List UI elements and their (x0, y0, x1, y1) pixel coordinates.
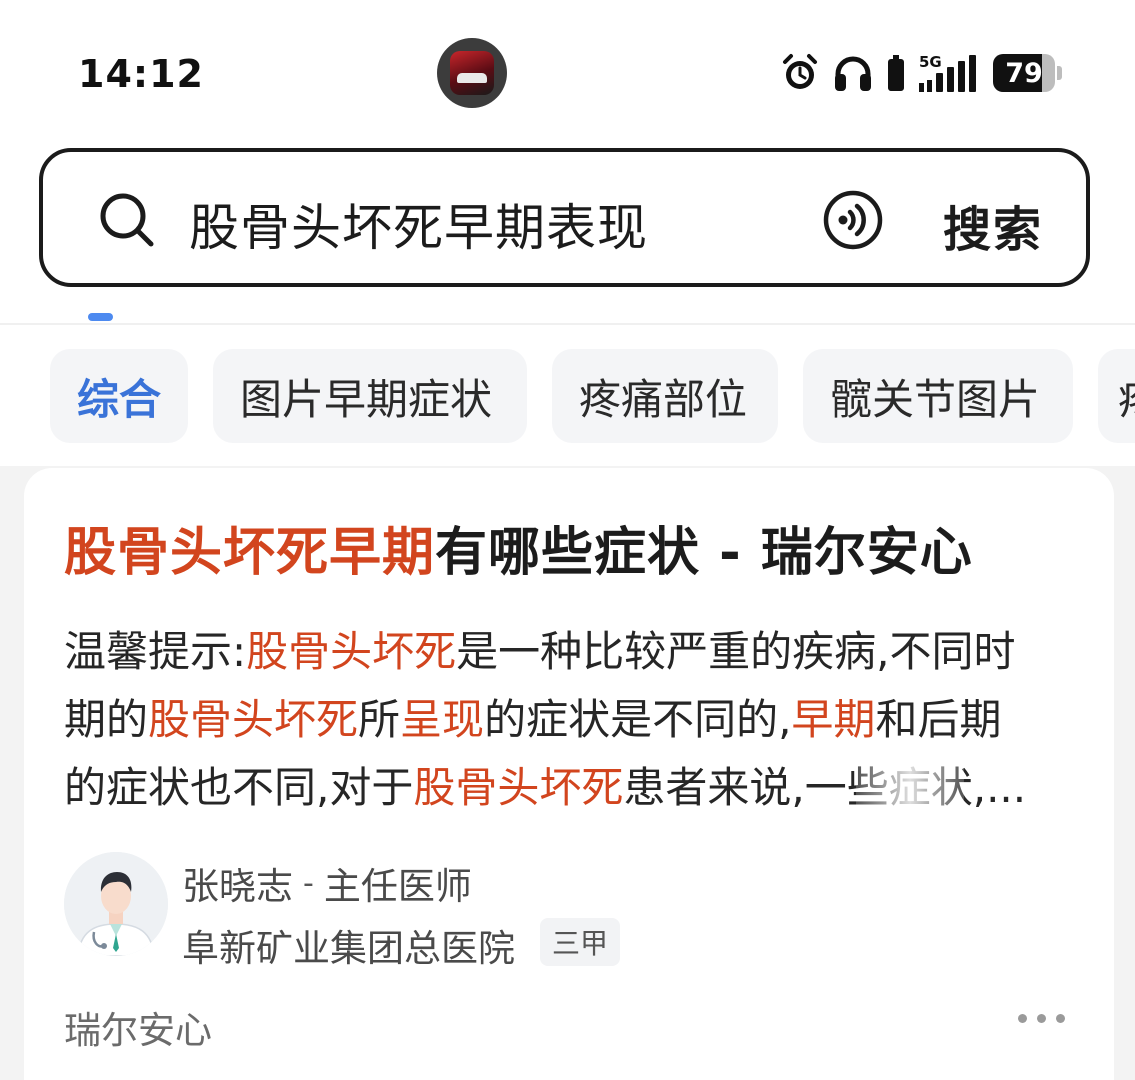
battery-saver-icon (888, 55, 904, 91)
chip-pain[interactable]: 疼 (1098, 349, 1135, 443)
search-result-card[interactable]: 股骨头坏死早期有哪些症状 - 瑞尔安心 温馨提示:股骨头坏死是一种比较严重的疾病… (24, 468, 1114, 1080)
chip-comprehensive[interactable]: 综合 (50, 349, 188, 443)
doctor-title: 主任医师 (323, 865, 472, 908)
headphones-icon (835, 56, 871, 91)
search-icon (100, 193, 154, 247)
voice-search-icon[interactable] (821, 188, 885, 252)
status-time: 14:12 (78, 52, 204, 96)
divider (0, 323, 1135, 325)
chip-pain-location[interactable]: 疼痛部位 (552, 349, 778, 443)
separator: - (303, 866, 314, 901)
title-highlight: 股骨头坏死早期 (64, 523, 436, 583)
snippet-line: 期的股骨头坏死所呈现的症状是不同的,早期和后期 (64, 695, 1002, 744)
network-indicator: 5G (919, 53, 979, 93)
status-bar: 14:12 5G 79 (0, 0, 1135, 140)
text-fade-overlay (856, 758, 964, 818)
doctor-info[interactable]: 张晓志 - 主任医师 (182, 856, 472, 910)
system-icons: 5G 79 (781, 50, 1063, 96)
more-dots-icon[interactable] (1018, 1014, 1065, 1023)
search-bar[interactable]: 股骨头坏死早期表现 搜索 (39, 148, 1090, 287)
search-input[interactable]: 股骨头坏死早期表现 (189, 188, 648, 260)
racing-game-app-icon (450, 51, 494, 95)
doctor-avatar-icon[interactable] (64, 852, 168, 956)
hospital-name[interactable]: 阜新矿业集团总医院 (182, 918, 515, 972)
chip-early-symptom-images[interactable]: 图片早期症状 (213, 349, 527, 443)
hospital-grade-badge: 三甲 (540, 918, 621, 966)
tab-indicator (88, 313, 113, 321)
search-button[interactable]: 搜索 (943, 190, 1043, 260)
battery-icon: 79 (993, 54, 1063, 92)
doctor-name: 张晓志 (182, 865, 293, 908)
alarm-icon (783, 54, 817, 89)
signal-icon (919, 55, 976, 92)
search-results-page: 14:12 5G 79 股骨头坏死早期表现 搜索 综合 图片早期症状 疼痛部位 … (0, 0, 1135, 1080)
battery-level: 79 (993, 54, 1055, 92)
filter-chips: 综合 图片早期症状 疼痛部位 髋关节图片 疼 (50, 349, 1135, 443)
result-source[interactable]: 瑞尔安心 (64, 1000, 212, 1054)
title-text: 有哪些症状 - 瑞尔安心 (435, 523, 973, 583)
snippet-line: 温馨提示:股骨头坏死是一种比较严重的疾病,不同时 (64, 627, 1016, 676)
app-notification-icon[interactable] (437, 38, 507, 108)
chip-hip-joint-images[interactable]: 髋关节图片 (803, 349, 1073, 443)
result-title[interactable]: 股骨头坏死早期有哪些症状 - 瑞尔安心 (64, 510, 973, 585)
